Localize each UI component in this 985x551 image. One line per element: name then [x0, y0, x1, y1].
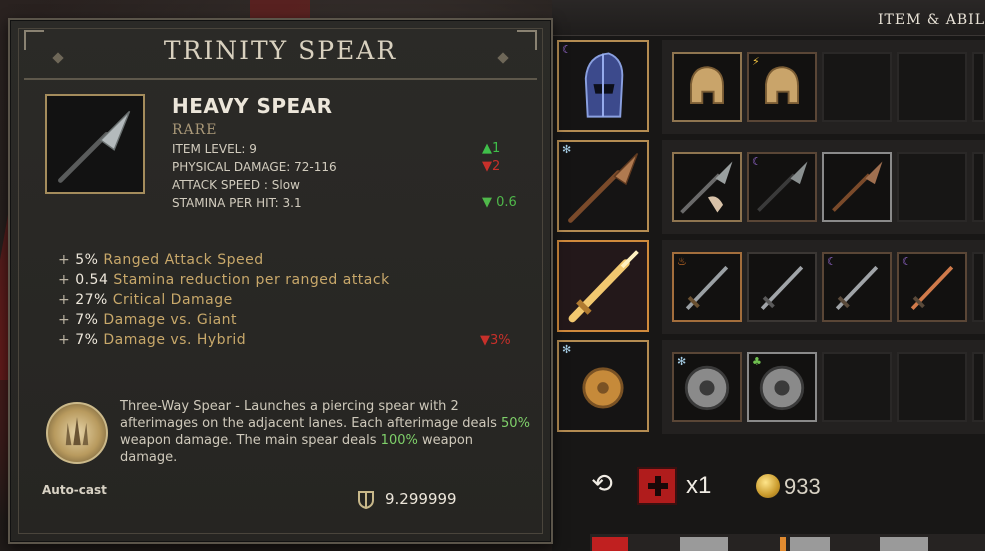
inventory-slot[interactable]: [672, 152, 742, 222]
bonus-plus: +: [58, 332, 71, 348]
stat-item-level: ITEM LEVEL: 9: [172, 142, 257, 156]
sword-icon: [835, 265, 879, 310]
inventory-slot-empty[interactable]: [822, 352, 892, 422]
inventory-slot[interactable]: [672, 52, 742, 122]
shield-icon: [684, 365, 730, 411]
bonus-delta: ▼3%: [480, 333, 511, 348]
spear-icon: [757, 161, 808, 212]
equipped-helmet-slot[interactable]: ☾: [557, 40, 649, 132]
inventory-slot[interactable]: ☾: [822, 252, 892, 322]
bonus-value: 7%: [75, 312, 99, 328]
sword-icon: [760, 265, 804, 310]
bonus-label: Stamina reduction per ranged attack: [113, 272, 390, 288]
bonus-value: 27%: [75, 292, 108, 308]
spear-icon: [58, 110, 131, 183]
ability-highlight: 50%: [501, 416, 530, 431]
bonus-value: 5%: [75, 252, 99, 268]
hotbar-segment: [880, 537, 928, 551]
inventory-slot[interactable]: ✻: [672, 352, 742, 422]
inventory-slot-empty[interactable]: [897, 152, 967, 222]
inventory-slot-empty[interactable]: [897, 352, 967, 422]
helmet-icon: [584, 52, 624, 118]
hotbar-segment: [592, 537, 628, 551]
bonus-plus: +: [58, 292, 71, 308]
stat-stamina: STAMINA PER HIT: 3.1: [172, 196, 302, 210]
spear-icon: [832, 161, 883, 212]
inventory-slot[interactable]: ☾: [747, 152, 817, 222]
stat-delta: ▼2: [482, 159, 501, 174]
shield-icon: [759, 365, 805, 411]
tooltip-title: TRINITY SPEAR: [163, 36, 398, 65]
item-tooltip: TRINITY SPEAR HEAVY SPEAR RARE ITEM LEVE…: [8, 18, 553, 544]
equipped-accessory-slot[interactable]: ✻: [557, 340, 649, 432]
ability-icon[interactable]: [46, 402, 108, 464]
ability-description: Three-Way Spear - Launches a piercing sp…: [120, 398, 530, 466]
coin-icon: [756, 474, 780, 498]
hand-cursor: [707, 196, 724, 213]
inventory-slot-empty[interactable]: [972, 252, 985, 322]
stat-delta: ▲1: [482, 141, 501, 156]
inventory-slot[interactable]: ☾: [897, 252, 967, 322]
bonus-line: + 7% Damage vs. Giant: [58, 312, 237, 328]
ability-text: Three-Way Spear - Launches a piercing sp…: [120, 399, 502, 431]
hotbar-segment: [790, 537, 830, 551]
weight-icon: [358, 491, 374, 510]
bonus-line: + 27% Critical Damage: [58, 292, 233, 308]
heal-potion-icon[interactable]: [637, 467, 677, 505]
stat-delta: ▼ 0.6: [482, 195, 517, 210]
bonus-line: + 0.54 Stamina reduction per ranged atta…: [58, 272, 390, 288]
bonus-plus: +: [58, 252, 71, 268]
equipped-weapon-slot[interactable]: ✻: [557, 140, 649, 232]
bonus-line: + 7% Damage vs. Hybrid: [58, 332, 246, 348]
inventory-slot[interactable]: [747, 252, 817, 322]
inventory-slot-empty[interactable]: [972, 152, 985, 222]
title-divider: [24, 78, 537, 80]
helmet-icon: [765, 66, 799, 104]
gold-amount: 933: [784, 474, 821, 499]
bonus-line: + 5% Ranged Attack Speed: [58, 252, 264, 268]
spear-icon: [680, 161, 733, 214]
sword-icon: [685, 265, 729, 310]
helmet-icon: [690, 66, 724, 104]
ability-highlight: 100%: [380, 433, 418, 448]
equipped-offhand-slot[interactable]: [557, 240, 649, 332]
heal-count: x1: [686, 472, 712, 499]
inventory-slot-empty[interactable]: [972, 352, 985, 422]
item-name: HEAVY SPEAR: [172, 94, 333, 118]
swap-icon[interactable]: ⟲: [583, 469, 621, 501]
sword-icon: [910, 265, 954, 310]
inventory-slot-empty[interactable]: [897, 52, 967, 122]
bonus-plus: +: [58, 312, 71, 328]
bonus-value: 7%: [75, 332, 99, 348]
inventory-slot-empty[interactable]: [822, 52, 892, 122]
spear-icon: [568, 152, 639, 223]
item-portrait: [45, 94, 145, 194]
inventory-slot[interactable]: ⚡: [747, 52, 817, 122]
item-weight: 9.299999: [385, 490, 457, 508]
bonus-value: 0.54: [75, 272, 109, 288]
inventory-slot[interactable]: ♨: [672, 252, 742, 322]
inventory-slot[interactable]: ♣: [747, 352, 817, 422]
ability-mode: Auto-cast: [42, 483, 107, 497]
shield-icon: [582, 367, 624, 409]
bonus-label: Ranged Attack Speed: [103, 252, 264, 268]
inventory-slot-empty[interactable]: [972, 52, 985, 122]
hotbar-segment: [680, 537, 728, 551]
bonus-label: Damage vs. Giant: [103, 312, 238, 328]
hotbar-segment: [780, 537, 786, 551]
ability-text: weapon damage. The main spear deals: [120, 433, 381, 448]
bonus-label: Critical Damage: [112, 292, 233, 308]
stat-physical-damage: PHYSICAL DAMAGE: 72-116: [172, 160, 337, 174]
panel-title: ITEM & ABIL: [877, 12, 985, 28]
sword-icon: [568, 250, 639, 323]
inventory-header: ITEM & ABIL: [552, 0, 985, 36]
inventory-slot[interactable]: [822, 152, 892, 222]
bonus-label: Damage vs. Hybrid: [103, 332, 247, 348]
spear-tips-icon: [65, 417, 89, 446]
stat-attack-speed: ATTACK SPEED : Slow: [172, 178, 300, 192]
bonus-plus: +: [58, 272, 71, 288]
item-rarity: RARE: [172, 122, 218, 138]
